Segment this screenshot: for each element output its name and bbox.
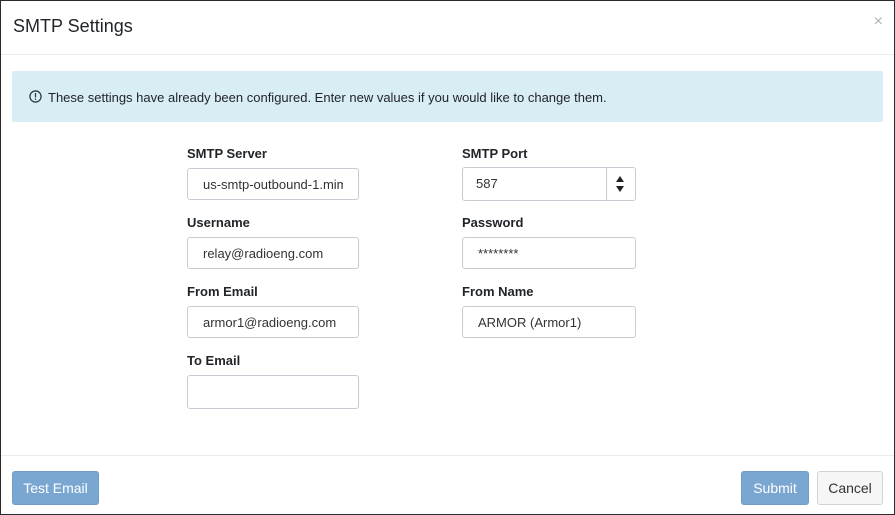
dialog-footer: Test Email Submit Cancel: [1, 455, 894, 515]
smtp-settings-dialog: SMTP Settings × These settings have alre…: [0, 0, 895, 515]
smtp-port-value: 587: [476, 176, 498, 191]
password-label: Password: [462, 215, 524, 230]
from-name-input[interactable]: [462, 306, 636, 338]
cancel-button[interactable]: Cancel: [817, 471, 883, 505]
to-email-input[interactable]: [187, 375, 359, 409]
dialog-header: SMTP Settings ×: [1, 1, 894, 55]
to-email-label: To Email: [187, 353, 241, 368]
alert-message: These settings have already been configu…: [48, 90, 607, 105]
smtp-server-label: SMTP Server: [187, 146, 267, 161]
test-email-button[interactable]: Test Email: [12, 471, 99, 505]
from-email-label: From Email: [187, 284, 258, 299]
submit-button[interactable]: Submit: [741, 471, 809, 505]
dialog-title: SMTP Settings: [13, 16, 133, 36]
from-name-label: From Name: [462, 284, 534, 299]
spin-up-icon[interactable]: [616, 176, 624, 182]
spin-down-icon[interactable]: [616, 186, 624, 192]
info-circle-icon: [29, 90, 42, 103]
port-spinner: [606, 168, 635, 200]
smtp-server-input[interactable]: [187, 168, 359, 200]
password-input[interactable]: [462, 237, 636, 269]
smtp-port-input[interactable]: 587: [462, 167, 636, 201]
username-input[interactable]: [187, 237, 359, 269]
info-alert: These settings have already been configu…: [12, 71, 883, 122]
smtp-port-label: SMTP Port: [462, 146, 528, 161]
username-label: Username: [187, 215, 250, 230]
close-icon[interactable]: ×: [874, 13, 883, 31]
from-email-input[interactable]: [187, 306, 359, 338]
